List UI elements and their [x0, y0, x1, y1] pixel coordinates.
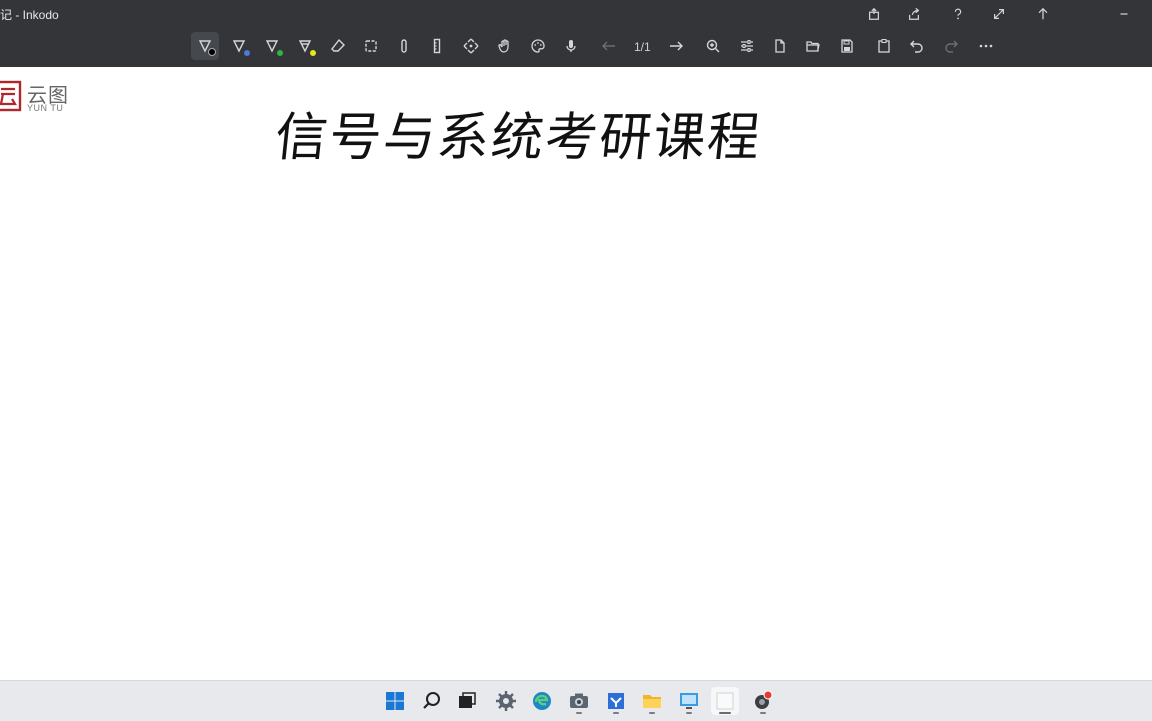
next-page-icon[interactable]	[662, 32, 690, 60]
running-indicator	[576, 712, 582, 714]
palette-icon[interactable]	[524, 32, 552, 60]
pen-color-black	[208, 48, 216, 56]
zoom-icon[interactable]	[699, 32, 727, 60]
eraser-icon[interactable]	[324, 32, 352, 60]
pin-up-icon[interactable]	[1029, 2, 1057, 26]
pen-color-green	[277, 50, 283, 56]
logo-seal-icon	[0, 80, 22, 112]
clipboard-icon[interactable]	[870, 32, 898, 60]
title-bar: 记 - Inkodo 1/1	[0, 0, 1152, 67]
taskbar	[0, 680, 1152, 721]
more-options-icon[interactable]	[972, 32, 1000, 60]
camera-icon[interactable]	[565, 687, 593, 715]
undo-icon[interactable]	[903, 32, 931, 60]
page-indicator: 1/1	[634, 40, 651, 54]
export-icon[interactable]	[900, 2, 928, 26]
hand-pan-icon[interactable]	[491, 32, 519, 60]
pen-black-icon[interactable]	[191, 32, 219, 60]
ruler-icon[interactable]	[423, 32, 451, 60]
lasso-select-icon[interactable]	[357, 32, 385, 60]
pen-color-blue	[244, 50, 250, 56]
redo-icon[interactable]	[937, 32, 965, 60]
move-icon[interactable]	[457, 32, 485, 60]
minimize-icon[interactable]	[1110, 2, 1138, 26]
running-indicator	[686, 712, 692, 714]
yuntu-logo: 云图 YUN TU	[0, 79, 80, 117]
settings-gear-icon[interactable]	[492, 687, 520, 715]
app-title: 记 - Inkodo	[0, 8, 59, 22]
task-view-icon[interactable]	[453, 687, 481, 715]
edge-browser-icon[interactable]	[528, 687, 556, 715]
new-page-icon[interactable]	[766, 32, 794, 60]
highlighter-yellow-icon[interactable]	[291, 32, 319, 60]
running-indicator	[760, 712, 766, 714]
pen-blue-icon[interactable]	[225, 32, 253, 60]
pen-green-icon[interactable]	[258, 32, 286, 60]
microphone-icon[interactable]	[557, 32, 585, 60]
help-icon[interactable]	[944, 2, 972, 26]
search-icon[interactable]	[418, 687, 446, 715]
inkodo-app-icon[interactable]	[711, 687, 739, 715]
start-windows-icon[interactable]	[381, 687, 409, 715]
pen-color-yellow	[310, 50, 316, 56]
open-folder-icon[interactable]	[799, 32, 827, 60]
active-indicator	[719, 712, 731, 714]
stylus-icon[interactable]	[390, 32, 418, 60]
file-explorer-icon[interactable]	[638, 687, 666, 715]
remote-desktop-icon[interactable]	[675, 687, 703, 715]
handwritten-title: 信号与系统考研课程	[272, 108, 765, 168]
logo-english-text: YUN TU	[27, 103, 64, 113]
save-icon[interactable]	[833, 32, 861, 60]
recorder-app-icon[interactable]	[749, 687, 777, 715]
share-box-icon[interactable]	[860, 2, 888, 26]
fullscreen-icon[interactable]	[985, 2, 1013, 26]
feedback-app-icon[interactable]	[602, 687, 630, 715]
toolbar: 1/1	[0, 30, 1152, 64]
running-indicator	[613, 712, 619, 714]
settings-sliders-icon[interactable]	[733, 32, 761, 60]
running-indicator	[649, 712, 655, 714]
previous-page-icon[interactable]	[595, 32, 623, 60]
note-canvas[interactable]: 云图 YUN TU 信号与系统考研课程	[0, 67, 1152, 680]
